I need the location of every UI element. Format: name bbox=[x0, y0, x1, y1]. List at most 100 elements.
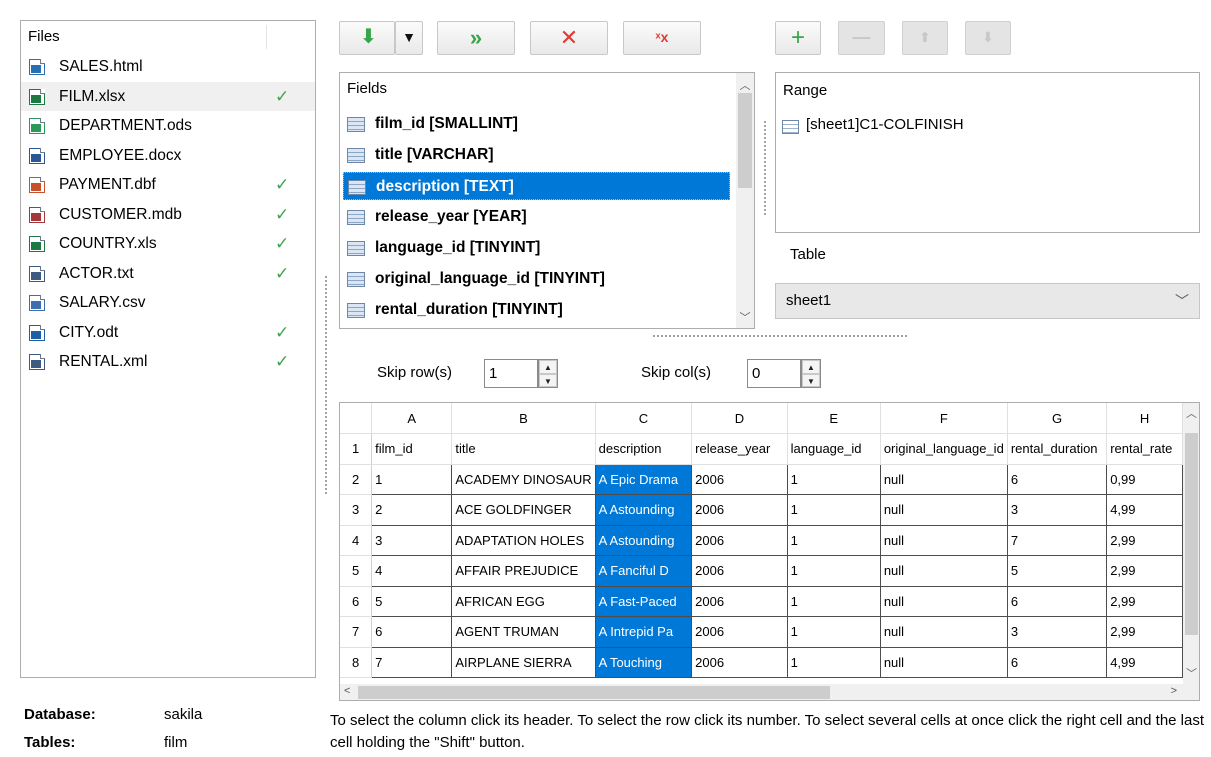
remove-field-button[interactable]: ✕ bbox=[530, 21, 608, 55]
grid-cell[interactable]: null bbox=[880, 586, 1008, 617]
grid-corner-cell[interactable] bbox=[340, 403, 373, 434]
file-item[interactable]: RENTAL.xml ✓ bbox=[21, 347, 315, 377]
grid-cell[interactable]: null bbox=[880, 494, 1008, 526]
grid-cell[interactable]: 2,99 bbox=[1106, 616, 1183, 648]
row-number[interactable]: 8 bbox=[340, 647, 373, 678]
scroll-left-icon[interactable]: < bbox=[344, 685, 350, 697]
file-item[interactable]: PAYMENT.dbf ✓ bbox=[21, 170, 315, 200]
grid-cell[interactable]: 1 bbox=[371, 464, 453, 495]
grid-cell[interactable]: 1 bbox=[787, 464, 881, 495]
field-item[interactable]: rental_duration [TINYINT] bbox=[343, 296, 563, 324]
scroll-up-icon[interactable]: ︿ bbox=[736, 77, 754, 93]
grid-cell[interactable]: ACADEMY DINOSAUR bbox=[451, 464, 596, 495]
scroll-up-icon[interactable]: ︿ bbox=[1183, 405, 1199, 421]
grid-cell[interactable]: 2006 bbox=[691, 555, 788, 587]
column-header[interactable]: G bbox=[1007, 403, 1108, 434]
add-range-button[interactable]: + bbox=[775, 21, 821, 55]
file-item[interactable]: CITY.odt ✓ bbox=[21, 318, 315, 348]
grid-cell[interactable]: ADAPTATION HOLES bbox=[451, 525, 596, 556]
remove-range-button[interactable]: — bbox=[838, 21, 885, 55]
file-item[interactable]: COUNTRY.xls ✓ bbox=[21, 229, 315, 259]
grid-cell[interactable]: 4 bbox=[371, 555, 453, 587]
grid-cell[interactable]: 2,99 bbox=[1106, 586, 1183, 617]
grid-cell[interactable]: rental_duration bbox=[1007, 433, 1108, 465]
grid-cell[interactable]: 2 bbox=[371, 494, 453, 526]
grid-cell[interactable]: 6 bbox=[1007, 586, 1108, 617]
grid-cell[interactable]: 2006 bbox=[691, 616, 788, 648]
grid-vertical-thumb[interactable] bbox=[1185, 433, 1198, 635]
grid-cell[interactable]: release_year bbox=[691, 433, 788, 465]
grid-cell[interactable]: 7 bbox=[371, 647, 453, 678]
grid-cell[interactable]: rental_rate bbox=[1106, 433, 1183, 465]
remove-all-fields-button[interactable]: ˣx bbox=[623, 21, 701, 55]
file-item[interactable]: FILM.xlsx ✓ bbox=[21, 81, 315, 111]
column-header[interactable]: B bbox=[451, 403, 596, 434]
grid-cell[interactable]: 6 bbox=[1007, 464, 1108, 495]
grid-horizontal-scrollbar[interactable]: < > bbox=[340, 684, 1183, 700]
skip-rows-stepper[interactable]: ▲ ▼ bbox=[538, 359, 558, 388]
row-number[interactable]: 6 bbox=[340, 586, 373, 617]
stepper-down-icon[interactable]: ▼ bbox=[539, 373, 557, 387]
row-number[interactable]: 7 bbox=[340, 616, 373, 648]
file-item[interactable]: DEPARTMENT.ods bbox=[21, 111, 315, 141]
grid-vertical-scrollbar[interactable]: ︿ ﹀ bbox=[1183, 403, 1199, 684]
column-header[interactable]: D bbox=[691, 403, 788, 434]
horizontal-splitter[interactable] bbox=[652, 334, 907, 338]
grid-cell[interactable]: A Epic Drama bbox=[595, 464, 693, 495]
row-number[interactable]: 4 bbox=[340, 525, 373, 556]
grid-cell[interactable]: null bbox=[880, 647, 1008, 678]
fields-scrollbar[interactable]: ︿ ﹀ bbox=[736, 73, 754, 328]
header-column-separator[interactable] bbox=[266, 25, 267, 49]
add-field-dropdown-button[interactable]: ▼ bbox=[395, 21, 423, 55]
scroll-right-icon[interactable]: > bbox=[1171, 685, 1177, 697]
scroll-down-icon[interactable]: ﹀ bbox=[1183, 665, 1199, 681]
grid-cell[interactable]: 1 bbox=[787, 494, 881, 526]
field-item[interactable]: original_language_id [TINYINT] bbox=[343, 265, 605, 293]
grid-cell[interactable]: original_language_id bbox=[880, 433, 1008, 465]
grid-cell[interactable]: 1 bbox=[787, 555, 881, 587]
grid-cell[interactable]: A Touching bbox=[595, 647, 693, 678]
files-header[interactable]: Files bbox=[21, 21, 315, 52]
grid-cell[interactable]: 1 bbox=[787, 525, 881, 556]
skip-cols-input[interactable]: 0 bbox=[747, 359, 801, 388]
grid-cell[interactable]: AFRICAN EGG bbox=[451, 586, 596, 617]
file-item[interactable]: EMPLOYEE.docx bbox=[21, 141, 315, 171]
grid-cell[interactable]: A Fanciful D bbox=[595, 555, 693, 587]
grid-cell[interactable]: 2006 bbox=[691, 586, 788, 617]
grid-cell[interactable]: film_id bbox=[371, 433, 453, 465]
column-header[interactable]: A bbox=[371, 403, 453, 434]
row-number[interactable]: 3 bbox=[340, 494, 373, 526]
field-item[interactable]: language_id [TINYINT] bbox=[343, 234, 540, 262]
grid-horizontal-thumb[interactable] bbox=[358, 686, 830, 699]
field-item[interactable]: title [VARCHAR] bbox=[343, 141, 494, 169]
stepper-down-icon[interactable]: ▼ bbox=[802, 373, 820, 387]
grid-cell[interactable]: 6 bbox=[371, 616, 453, 648]
grid-cell[interactable]: 5 bbox=[371, 586, 453, 617]
fields-scrollbar-thumb[interactable] bbox=[738, 93, 752, 188]
add-field-button[interactable]: ⬇ bbox=[339, 21, 395, 55]
vertical-splitter[interactable] bbox=[324, 275, 328, 495]
move-up-button[interactable]: ⬆ bbox=[902, 21, 948, 55]
grid-cell[interactable]: null bbox=[880, 464, 1008, 495]
grid-cell[interactable]: 4,99 bbox=[1106, 647, 1183, 678]
grid-cell[interactable]: 3 bbox=[371, 525, 453, 556]
grid-cell[interactable]: 1 bbox=[787, 616, 881, 648]
row-number[interactable]: 5 bbox=[340, 555, 373, 587]
grid-cell[interactable]: 1 bbox=[787, 586, 881, 617]
stepper-up-icon[interactable]: ▲ bbox=[802, 360, 820, 374]
grid-cell[interactable]: language_id bbox=[787, 433, 881, 465]
column-header[interactable]: F bbox=[880, 403, 1008, 434]
grid-cell[interactable]: 3 bbox=[1007, 494, 1108, 526]
grid-cell[interactable]: 1 bbox=[787, 647, 881, 678]
grid-cell[interactable]: 2,99 bbox=[1106, 555, 1183, 587]
grid-cell[interactable]: null bbox=[880, 616, 1008, 648]
grid-cell[interactable]: AFFAIR PREJUDICE bbox=[451, 555, 596, 587]
grid-cell[interactable]: 2006 bbox=[691, 494, 788, 526]
grid-cell[interactable]: 7 bbox=[1007, 525, 1108, 556]
fields-range-splitter[interactable] bbox=[763, 120, 767, 215]
grid-cell[interactable]: 2006 bbox=[691, 464, 788, 495]
add-all-fields-button[interactable]: » bbox=[437, 21, 515, 55]
field-item[interactable]: description [TEXT] bbox=[343, 172, 730, 200]
table-select[interactable]: sheet1 ﹀ bbox=[775, 283, 1200, 319]
grid-cell[interactable]: A Astounding bbox=[595, 525, 693, 556]
